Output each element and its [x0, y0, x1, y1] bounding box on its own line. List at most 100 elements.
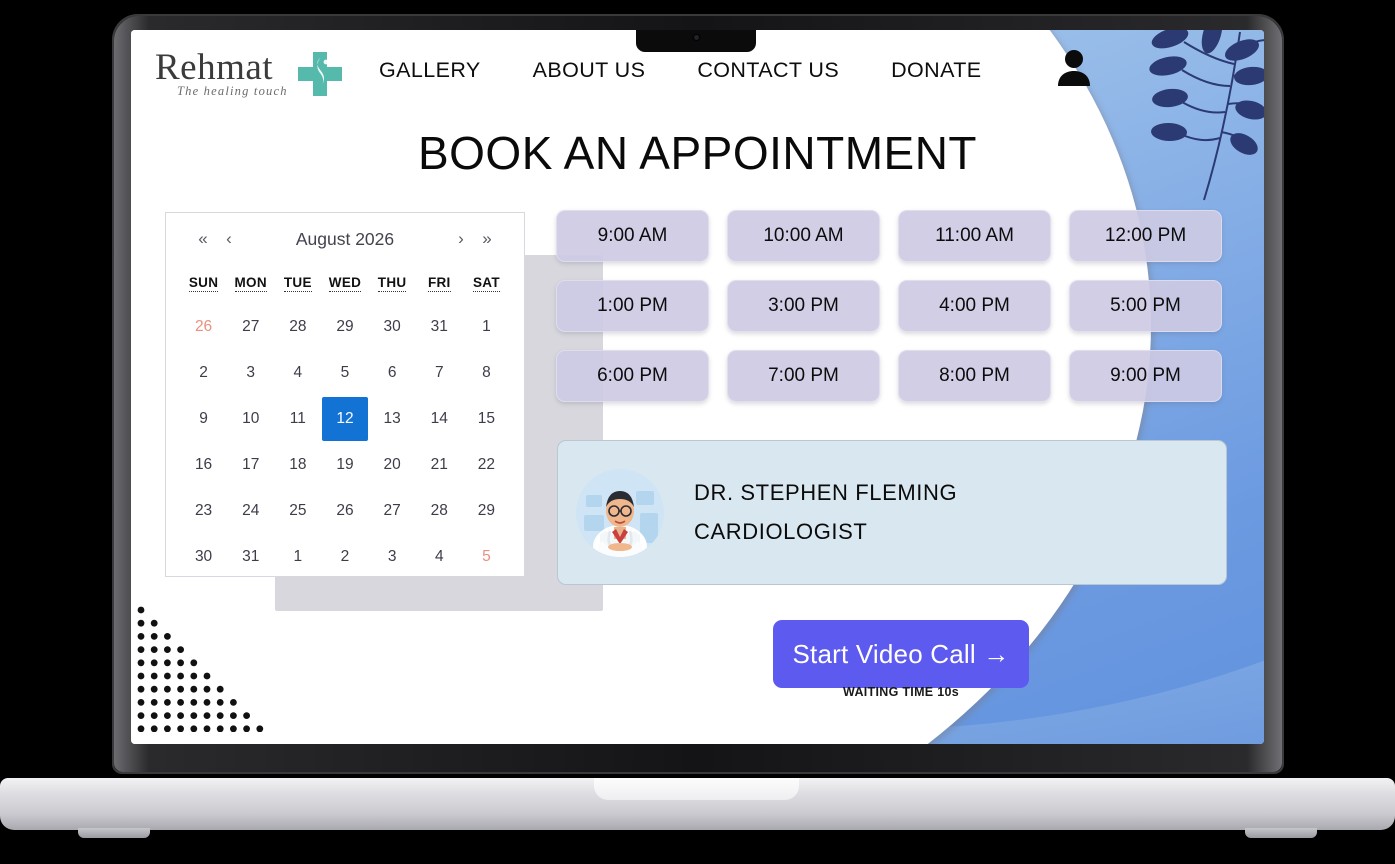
calendar-day-10[interactable]: 10	[227, 396, 274, 442]
time-slot-9-00-pm[interactable]: 9:00 PM	[1069, 350, 1222, 402]
calendar-day-29[interactable]: 29	[321, 304, 368, 350]
medical-cross-icon	[298, 52, 342, 96]
calendar-weekday-sun: SUN	[188, 275, 219, 292]
nav-item-about-us[interactable]: ABOUT US	[533, 58, 646, 83]
calendar-day-28[interactable]: 28	[274, 304, 321, 350]
waiting-time-label: WAITING TIME 10s	[843, 685, 959, 699]
calendar-day-5[interactable]: 5	[321, 350, 368, 396]
calendar-header: « ‹ August 2026 › »	[180, 213, 510, 265]
nav-item-gallery[interactable]: GALLERY	[379, 58, 481, 83]
calendar-day-1[interactable]: 1	[274, 534, 321, 580]
calendar-day-30[interactable]: 30	[369, 304, 416, 350]
calendar-day-23[interactable]: 23	[180, 488, 227, 534]
time-slot-1-00-pm[interactable]: 1:00 PM	[556, 280, 709, 332]
start-video-call-button[interactable]: Start Video Call →	[773, 620, 1029, 688]
time-slot-6-00-pm[interactable]: 6:00 PM	[556, 350, 709, 402]
nav-item-donate[interactable]: DONATE	[891, 58, 981, 83]
calendar-weekday-fri: FRI	[427, 275, 451, 292]
calendar-day-16[interactable]: 16	[180, 442, 227, 488]
calendar-day-26[interactable]: 26	[321, 488, 368, 534]
calendar-day-28[interactable]: 28	[416, 488, 463, 534]
doctor-name: DR. STEPHEN FLEMING	[694, 480, 958, 505]
calendar-day-29[interactable]: 29	[463, 488, 510, 534]
time-slot-11-00-am[interactable]: 11:00 AM	[898, 210, 1051, 262]
nav-item-contact-us[interactable]: CONTACT US	[697, 58, 839, 83]
calendar-day-18[interactable]: 18	[274, 442, 321, 488]
calendar-day-9[interactable]: 9	[180, 396, 227, 442]
main-navigation: GALLERY ABOUT US CONTACT US DONATE	[379, 58, 982, 83]
calendar-week-row: 2345678	[180, 350, 510, 396]
calendar-weekday-tue: TUE	[283, 275, 312, 292]
doctor-specialty: CARDIOLOGIST	[694, 519, 868, 544]
calendar-day-3[interactable]: 3	[369, 534, 416, 580]
time-slot-5-00-pm[interactable]: 5:00 PM	[1069, 280, 1222, 332]
appointment-calendar[interactable]: « ‹ August 2026 › » SUN MON TUE WED THU FRI SA…	[165, 212, 525, 577]
calendar-month-title[interactable]: August 2026	[242, 229, 448, 250]
webcam-icon	[694, 35, 699, 40]
calendar-day-30[interactable]: 30	[180, 534, 227, 580]
calendar-day-11[interactable]: 11	[274, 396, 321, 442]
time-slot-10-00-am[interactable]: 10:00 AM	[727, 210, 880, 262]
calendar-day-22[interactable]: 22	[463, 442, 510, 488]
screen-notch	[636, 30, 756, 52]
calendar-day-31[interactable]: 31	[416, 304, 463, 350]
calendar-day-2[interactable]: 2	[180, 350, 227, 396]
doctor-info: DR. STEPHEN FLEMING CARDIOLOGIST	[694, 480, 957, 545]
dot-triangle-pattern	[137, 606, 264, 732]
calendar-weekday-thu: THU	[377, 275, 407, 292]
calendar-week-row: 23 24 25 26 27 28 29	[180, 488, 510, 534]
calendar-day-31[interactable]: 31	[227, 534, 274, 580]
calendar-day-27[interactable]: 27	[227, 304, 274, 350]
laptop-foot-left	[78, 828, 150, 838]
calendar-day-5[interactable]: 5	[463, 534, 510, 580]
calendar-prev-month-button[interactable]: ‹	[216, 229, 242, 249]
time-slot-7-00-pm[interactable]: 7:00 PM	[727, 350, 880, 402]
time-slot-12-00-pm[interactable]: 12:00 PM	[1069, 210, 1222, 262]
calendar-day-13[interactable]: 13	[369, 396, 416, 442]
calendar-week-row: 26 27 28 29 30 31 1	[180, 304, 510, 350]
time-slot-9-00-am[interactable]: 9:00 AM	[556, 210, 709, 262]
calendar-day-3[interactable]: 3	[227, 350, 274, 396]
calendar-day-21[interactable]: 21	[416, 442, 463, 488]
time-slot-4-00-pm[interactable]: 4:00 PM	[898, 280, 1051, 332]
time-slot-grid[interactable]: 9:00 AM 10:00 AM 11:00 AM 12:00 PM 1:00 PM 3:…	[556, 210, 1246, 402]
page-title: BOOK AN APPOINTMENT	[417, 127, 978, 179]
calendar-next-month-button[interactable]: ›	[448, 229, 474, 249]
calendar-day-1[interactable]: 1	[463, 304, 510, 350]
calendar-day-12[interactable]: 12	[321, 396, 368, 442]
calendar-week-row: 9 10 11 12 13 14 15	[180, 396, 510, 442]
calendar-day-25[interactable]: 25	[274, 488, 321, 534]
calendar-grid: SUN MON TUE WED THU FRI SAT 26 27 28 29 30 31 1 2 3 4 5 6…	[180, 265, 510, 580]
time-slot-3-00-pm[interactable]: 3:00 PM	[727, 280, 880, 332]
laptop-base-notch	[594, 778, 799, 800]
calendar-day-26[interactable]: 26	[180, 304, 227, 350]
calendar-week-row: 30 31 1 2 3 4 5	[180, 534, 510, 580]
calendar-day-2[interactable]: 2	[321, 534, 368, 580]
calendar-day-20[interactable]: 20	[369, 442, 416, 488]
calendar-day-15[interactable]: 15	[463, 396, 510, 442]
calendar-weekday-mon: MON	[234, 275, 267, 292]
calendar-weekday-sat: SAT	[472, 275, 500, 292]
calendar-day-17[interactable]: 17	[227, 442, 274, 488]
calendar-day-14[interactable]: 14	[416, 396, 463, 442]
calendar-day-rows[interactable]: 26 27 28 29 30 31 1 2 3 4 5 6 7 8 9 10 11 12 13 14 15 16 17 18 1…	[180, 304, 510, 580]
calendar-day-8[interactable]: 8	[463, 350, 510, 396]
calendar-day-27[interactable]: 27	[369, 488, 416, 534]
calendar-day-7[interactable]: 7	[416, 350, 463, 396]
screenshot-root: Rehmat The healing touch GALLERY ABOUT U…	[0, 0, 1395, 864]
brand-logo[interactable]: Rehmat The healing touch	[155, 48, 342, 110]
calendar-day-4[interactable]: 4	[416, 534, 463, 580]
calendar-day-6[interactable]: 6	[369, 350, 416, 396]
doctor-card[interactable]: DR. STEPHEN FLEMING CARDIOLOGIST	[557, 440, 1227, 585]
laptop-foot-right	[1245, 828, 1317, 838]
person-icon[interactable]	[1056, 48, 1092, 88]
calendar-prev-year-button[interactable]: «	[190, 229, 216, 249]
calendar-day-24[interactable]: 24	[227, 488, 274, 534]
calendar-weekday-row: SUN MON TUE WED THU FRI SAT	[180, 265, 510, 304]
calendar-day-19[interactable]: 19	[321, 442, 368, 488]
time-slot-8-00-pm[interactable]: 8:00 PM	[898, 350, 1051, 402]
calendar-weekday-wed: WED	[328, 275, 362, 292]
leaf-branch-icon	[1149, 30, 1264, 201]
calendar-day-4[interactable]: 4	[274, 350, 321, 396]
calendar-next-year-button[interactable]: »	[474, 229, 500, 249]
